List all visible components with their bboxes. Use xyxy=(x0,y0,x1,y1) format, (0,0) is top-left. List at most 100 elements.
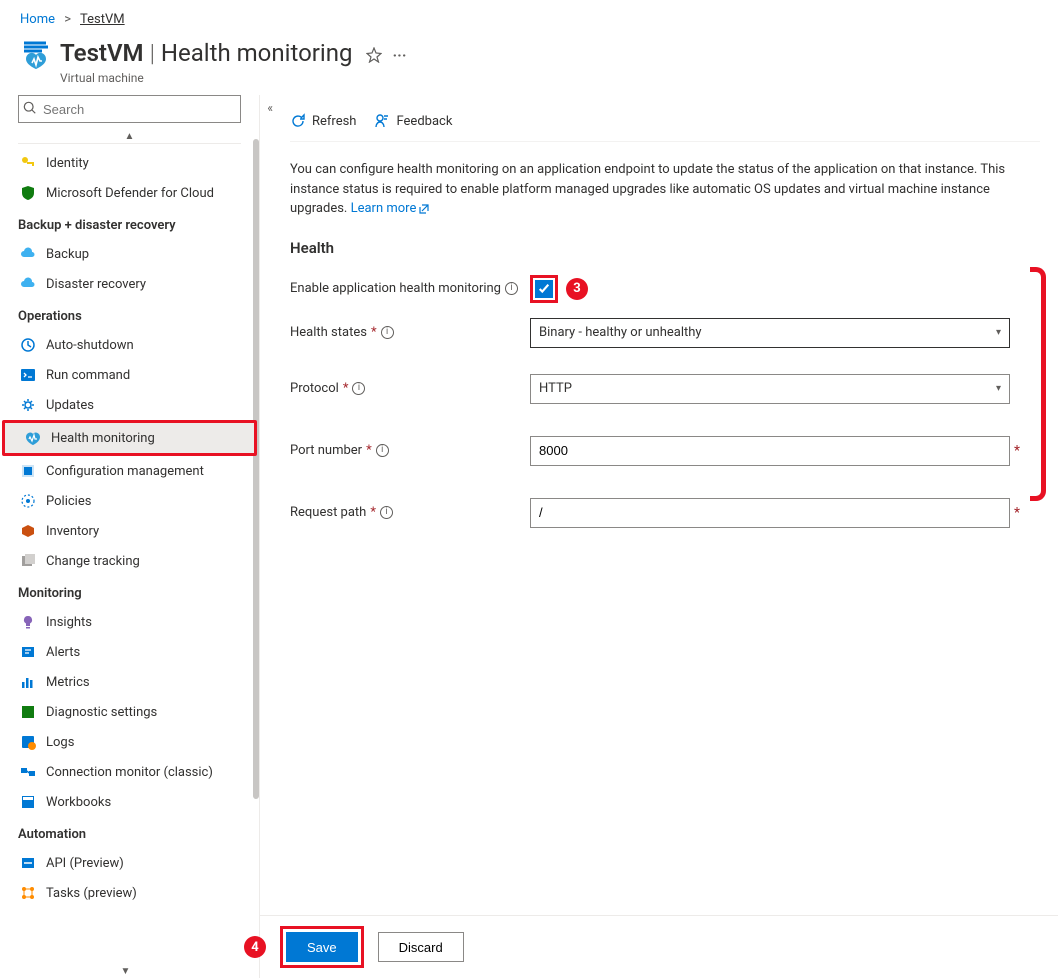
request-path-label: Request path * i xyxy=(290,505,530,520)
page-header: TestVM | Health monitoring ··· Virtual m… xyxy=(0,33,1058,95)
workbook-icon xyxy=(20,794,36,810)
more-icon[interactable]: ··· xyxy=(392,46,406,65)
sidebar-item-health-monitoring[interactable]: Health monitoring xyxy=(5,423,254,453)
sidebar-item-diagnostic[interactable]: Diagnostic settings xyxy=(0,697,259,727)
shield-icon xyxy=(20,185,36,201)
gear-icon xyxy=(20,397,36,413)
enable-health-checkbox[interactable] xyxy=(535,280,553,298)
metrics-icon xyxy=(20,674,36,690)
sidebar-item-connection-monitor[interactable]: Connection monitor (classic) xyxy=(0,757,259,787)
scroll-up-icon[interactable]: ▲ xyxy=(0,131,259,143)
connection-icon xyxy=(20,764,36,780)
learn-more-link[interactable]: Learn more xyxy=(351,201,431,216)
sidebar-item-label: API (Preview) xyxy=(46,856,124,871)
diagnostic-icon xyxy=(20,704,36,720)
sidebar-item-label: Diagnostic settings xyxy=(46,705,157,720)
description-text: You can configure health monitoring on a… xyxy=(290,142,1030,225)
feedback-button[interactable]: Feedback xyxy=(374,113,452,129)
sidebar-item-insights[interactable]: Insights xyxy=(0,607,259,637)
key-icon xyxy=(20,155,36,171)
sidebar-item-label: Auto-shutdown xyxy=(46,338,134,353)
sidebar-item-label: Change tracking xyxy=(46,554,140,569)
clock-icon xyxy=(20,337,36,353)
sidebar-item-label: Microsoft Defender for Cloud xyxy=(46,186,214,201)
sidebar-item-alerts[interactable]: Alerts xyxy=(0,637,259,667)
search-icon xyxy=(23,101,37,115)
save-button[interactable]: Save xyxy=(286,932,358,962)
refresh-button[interactable]: Refresh xyxy=(290,113,356,129)
protocol-select[interactable]: HTTP ▾ xyxy=(530,374,1010,404)
sidebar-item-label: Policies xyxy=(46,494,91,509)
health-states-select[interactable]: Binary - healthy or unhealthy ▾ xyxy=(530,318,1010,348)
group-automation-title: Automation xyxy=(0,817,259,848)
footer-bar: 4 Save Discard xyxy=(260,915,1058,978)
sidebar-item-api[interactable]: API (Preview) xyxy=(0,848,259,878)
info-icon[interactable]: i xyxy=(505,282,518,295)
sidebar-item-inventory[interactable]: Inventory xyxy=(0,516,259,546)
sidebar-item-disaster-recovery[interactable]: Disaster recovery xyxy=(0,269,259,299)
callout-badge-3: 3 xyxy=(566,278,588,300)
box-icon xyxy=(20,523,36,539)
sidebar-item-label: Workbooks xyxy=(46,795,111,810)
breadcrumb-separator: > xyxy=(64,12,71,27)
sidebar-item-updates[interactable]: Updates xyxy=(0,390,259,420)
refresh-label: Refresh xyxy=(312,114,356,129)
breadcrumb-home[interactable]: Home xyxy=(20,12,55,27)
group-operations-title: Operations xyxy=(0,299,259,330)
sidebar-item-logs[interactable]: Logs xyxy=(0,727,259,757)
feedback-label: Feedback xyxy=(396,114,452,129)
info-icon[interactable]: i xyxy=(381,326,394,339)
logs-icon xyxy=(20,734,36,750)
alert-icon xyxy=(20,644,36,660)
pin-icon[interactable] xyxy=(366,41,382,69)
health-states-label: Health states * i xyxy=(290,325,530,340)
breadcrumb-current[interactable]: TestVM xyxy=(80,12,125,27)
divider xyxy=(18,143,241,144)
refresh-icon xyxy=(290,113,306,129)
config-icon xyxy=(20,463,36,479)
info-icon[interactable]: i xyxy=(376,444,389,457)
sidebar-item-label: Identity xyxy=(46,156,89,171)
content-toolbar: Refresh Feedback xyxy=(290,107,1040,142)
sidebar-item-tasks[interactable]: Tasks (preview) xyxy=(0,878,259,908)
sidebar-scrollbar[interactable] xyxy=(251,139,259,819)
group-monitoring-title: Monitoring xyxy=(0,576,259,607)
info-icon[interactable]: i xyxy=(352,382,365,395)
sidebar-item-label: Metrics xyxy=(46,675,90,690)
sidebar-item-label: Tasks (preview) xyxy=(46,886,137,901)
sidebar: « ▲ Identity Microsoft Defender for Clou… xyxy=(0,95,260,978)
sidebar-item-workbooks[interactable]: Workbooks xyxy=(0,787,259,817)
sidebar-item-backup[interactable]: Backup xyxy=(0,239,259,269)
feedback-icon xyxy=(374,113,390,129)
sidebar-item-run-command[interactable]: Run command xyxy=(0,360,259,390)
breadcrumb: Home > TestVM xyxy=(0,0,1058,33)
sidebar-search-input[interactable] xyxy=(18,95,241,123)
info-icon[interactable]: i xyxy=(380,506,393,519)
sidebar-item-config-management[interactable]: Configuration management xyxy=(0,456,259,486)
cloud-icon xyxy=(20,246,36,262)
api-icon xyxy=(20,855,36,871)
chevron-down-icon: ▾ xyxy=(996,383,1001,394)
sidebar-item-change-tracking[interactable]: Change tracking xyxy=(0,546,259,576)
sidebar-item-label: Configuration management xyxy=(46,464,204,479)
port-input[interactable] xyxy=(530,436,1010,466)
bulb-icon xyxy=(20,614,36,630)
sidebar-item-label: Backup xyxy=(46,247,89,262)
policy-icon xyxy=(20,493,36,509)
resource-name: TestVM xyxy=(60,39,144,67)
sidebar-item-defender[interactable]: Microsoft Defender for Cloud xyxy=(0,178,259,208)
sidebar-item-label: Health monitoring xyxy=(51,431,155,446)
scroll-down-icon[interactable]: ▼ xyxy=(0,966,251,978)
sidebar-item-label: Logs xyxy=(46,735,74,750)
sidebar-item-label: Disaster recovery xyxy=(46,277,146,292)
sidebar-item-auto-shutdown[interactable]: Auto-shutdown xyxy=(0,330,259,360)
required-indicator: * xyxy=(1014,505,1020,521)
sidebar-item-policies[interactable]: Policies xyxy=(0,486,259,516)
sidebar-item-metrics[interactable]: Metrics xyxy=(0,667,259,697)
main-content: Refresh Feedback You can configure healt… xyxy=(260,95,1058,978)
cloud-sync-icon xyxy=(20,276,36,292)
sidebar-item-identity[interactable]: Identity xyxy=(0,148,259,178)
request-path-input[interactable] xyxy=(530,498,1010,528)
discard-button[interactable]: Discard xyxy=(378,932,464,962)
callout-bracket xyxy=(1030,267,1046,501)
